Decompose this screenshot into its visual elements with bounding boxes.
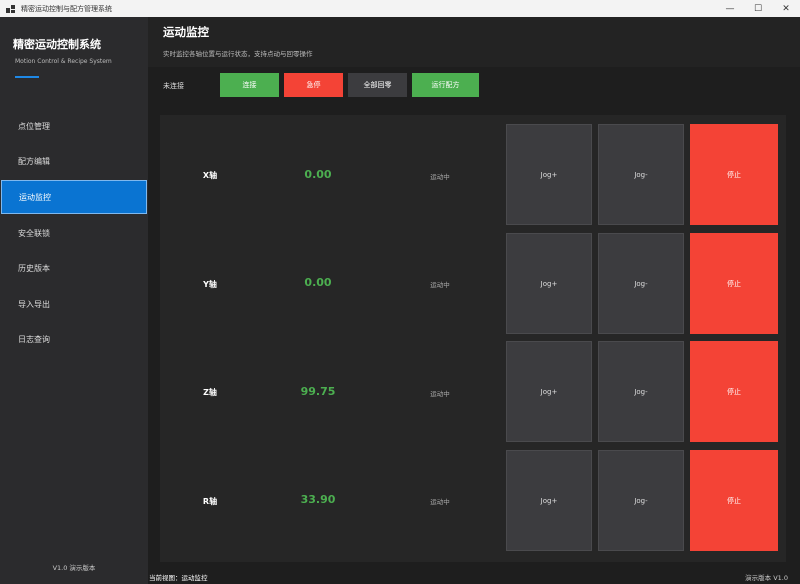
close-button[interactable]: ✕ <box>772 0 800 17</box>
axis-name: Y轴 <box>203 280 217 289</box>
jog-minus-button[interactable]: Jog- <box>598 233 684 334</box>
sidebar-item-safety-interlock[interactable]: 安全联锁 <box>1 216 147 250</box>
axis-state: 运动中 <box>430 390 450 398</box>
stop-button[interactable]: 停止 <box>690 450 778 551</box>
current-view-status: 当前视图：运动监控 <box>149 574 208 582</box>
page-title: 运动监控 <box>163 25 209 39</box>
axis-state: 运动中 <box>430 498 450 506</box>
jog-minus-button[interactable]: Jog- <box>598 450 684 551</box>
sidebar-item-history[interactable]: 历史版本 <box>1 251 147 285</box>
estop-button[interactable]: 急停 <box>284 73 343 97</box>
page-header: 运动监控 实时监控各轴位置与运行状态，支持点动与回零操作 <box>148 17 800 67</box>
toolbar: 未连接 连接 急停 全部回零 运行配方 <box>148 67 800 107</box>
jog-minus-button[interactable]: Jog- <box>598 341 684 442</box>
connect-button[interactable]: 连接 <box>220 73 279 97</box>
sidebar-version: V1.0 演示版本 <box>52 564 96 572</box>
window-titlebar: 精密运动控制与配方管理系统 — ☐ ✕ <box>0 0 800 17</box>
brand-accent-bar <box>15 76 39 78</box>
axis-name: Z轴 <box>203 388 217 397</box>
stop-button[interactable]: 停止 <box>690 124 778 225</box>
jog-plus-button[interactable]: Jog+ <box>506 341 592 442</box>
home-all-button[interactable]: 全部回零 <box>348 73 407 97</box>
jog-plus-button[interactable]: Jog+ <box>506 124 592 225</box>
connection-status: 未连接 <box>163 82 184 90</box>
sidebar: 精密运动控制系统 Motion Control & Recipe System … <box>0 17 148 584</box>
jog-minus-button[interactable]: Jog- <box>598 124 684 225</box>
axis-state: 运动中 <box>430 281 450 289</box>
maximize-button[interactable]: ☐ <box>744 0 772 17</box>
sidebar-item-points[interactable]: 点位管理 <box>1 109 147 143</box>
jog-plus-button[interactable]: Jog+ <box>506 233 592 334</box>
version-status: 演示版本 V1.0 <box>745 574 788 582</box>
sidebar-item-recipe-edit[interactable]: 配方编辑 <box>1 144 147 178</box>
axis-position: 0.00 <box>304 276 332 289</box>
axis-position: 33.90 <box>300 493 336 506</box>
sidebar-item-import-export[interactable]: 导入导出 <box>1 287 147 321</box>
app-icon <box>6 4 15 13</box>
axis-name: X轴 <box>202 171 218 180</box>
run-recipe-button[interactable]: 运行配方 <box>412 73 479 97</box>
jog-plus-button[interactable]: Jog+ <box>506 450 592 551</box>
axis-state: 运动中 <box>430 173 450 181</box>
stop-button[interactable]: 停止 <box>690 233 778 334</box>
axis-position: 0.00 <box>304 168 332 181</box>
sidebar-item-logs[interactable]: 日志查询 <box>1 322 147 356</box>
axis-name: R轴 <box>202 497 218 506</box>
stop-button[interactable]: 停止 <box>690 341 778 442</box>
window-title: 精密运动控制与配方管理系统 <box>21 4 112 13</box>
minimize-button[interactable]: — <box>716 0 744 17</box>
brand-subtitle: Motion Control & Recipe System <box>15 58 112 65</box>
axis-position: 99.75 <box>300 385 336 398</box>
sidebar-item-motion-monitor[interactable]: 运动监控 <box>1 180 147 214</box>
brand-title: 精密运动控制系统 <box>13 38 101 51</box>
page-subtitle: 实时监控各轴位置与运行状态，支持点动与回零操作 <box>163 50 313 58</box>
status-bar: 当前视图：运动监控 演示版本 V1.0 <box>148 570 800 584</box>
